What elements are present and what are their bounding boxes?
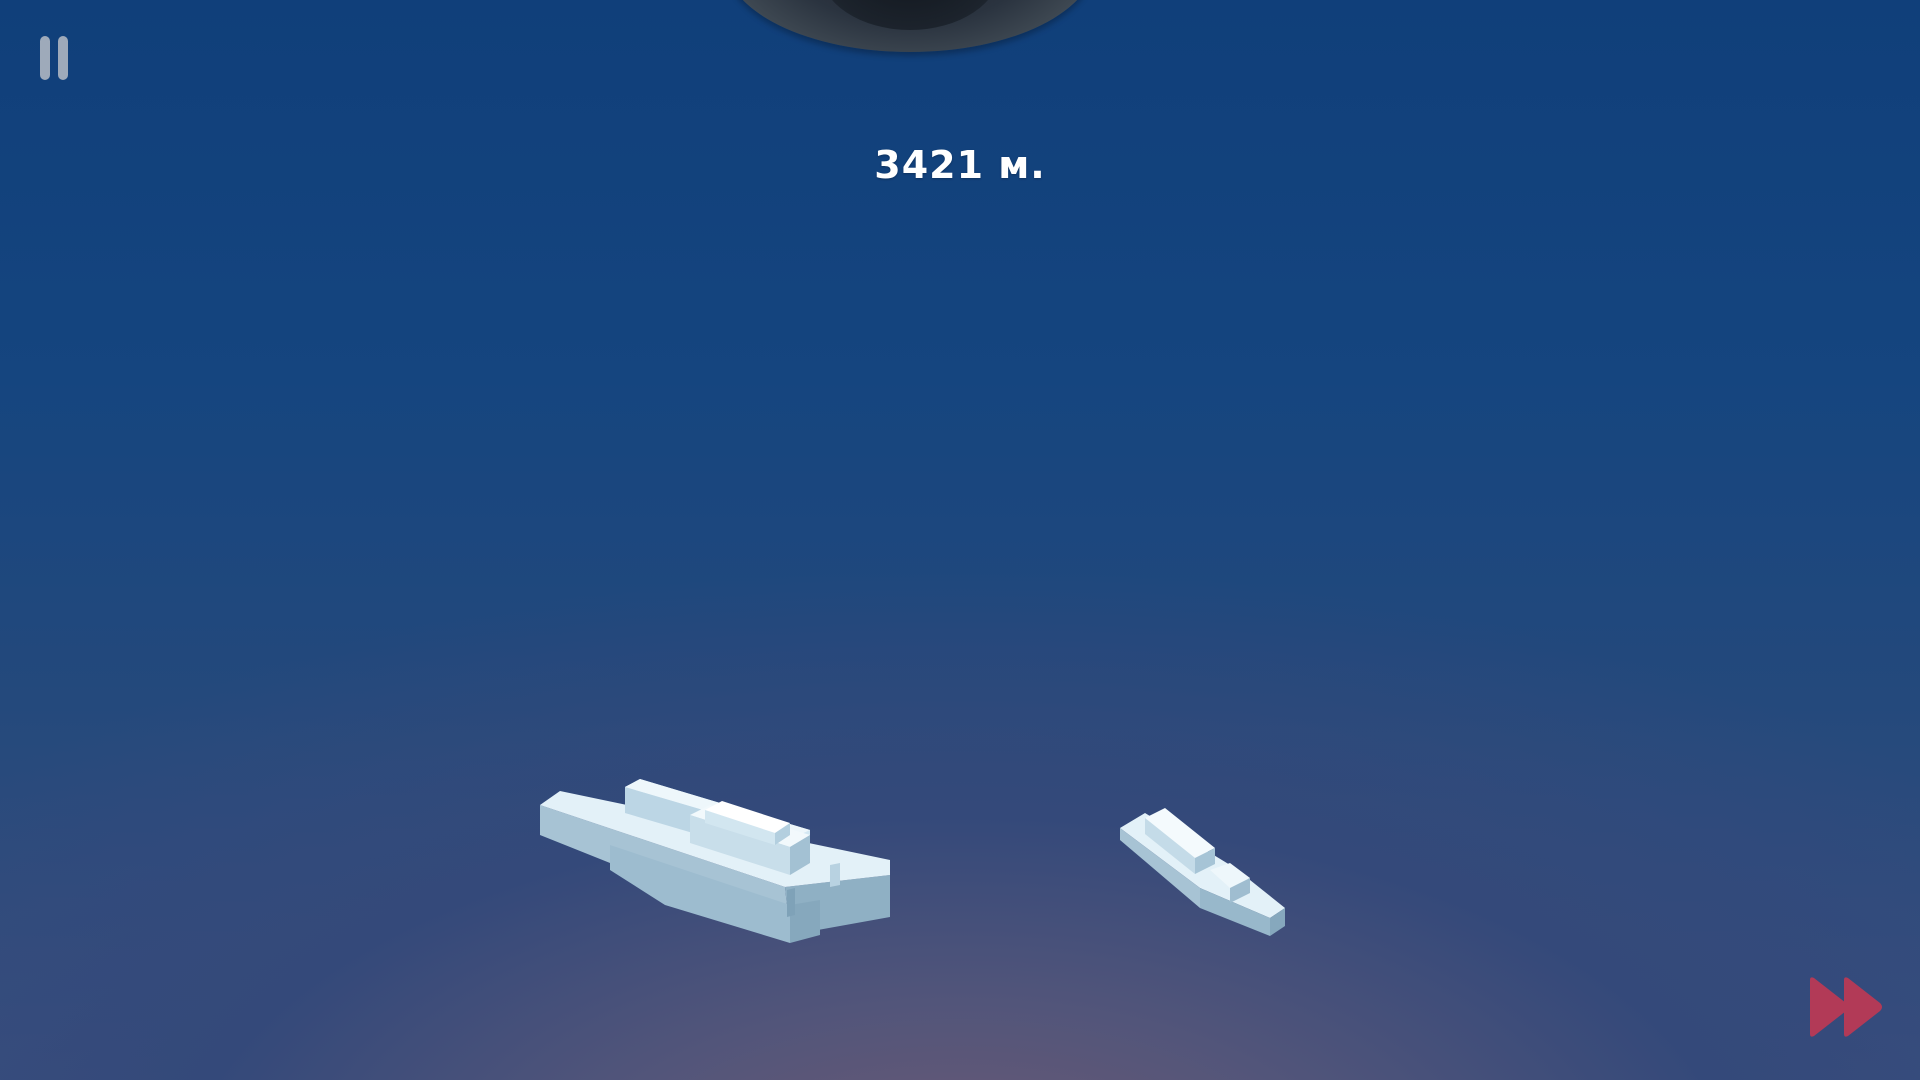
pause-button[interactable] [36,34,80,84]
fast-forward-button[interactable] [1806,974,1886,1040]
porthole-lens [725,0,1095,52]
large-voxel-ship [540,779,890,943]
depth-readout: 3421 м. [874,143,1046,187]
fast-forward-icon [1810,977,1882,1037]
small-voxel-ship [1120,808,1285,936]
